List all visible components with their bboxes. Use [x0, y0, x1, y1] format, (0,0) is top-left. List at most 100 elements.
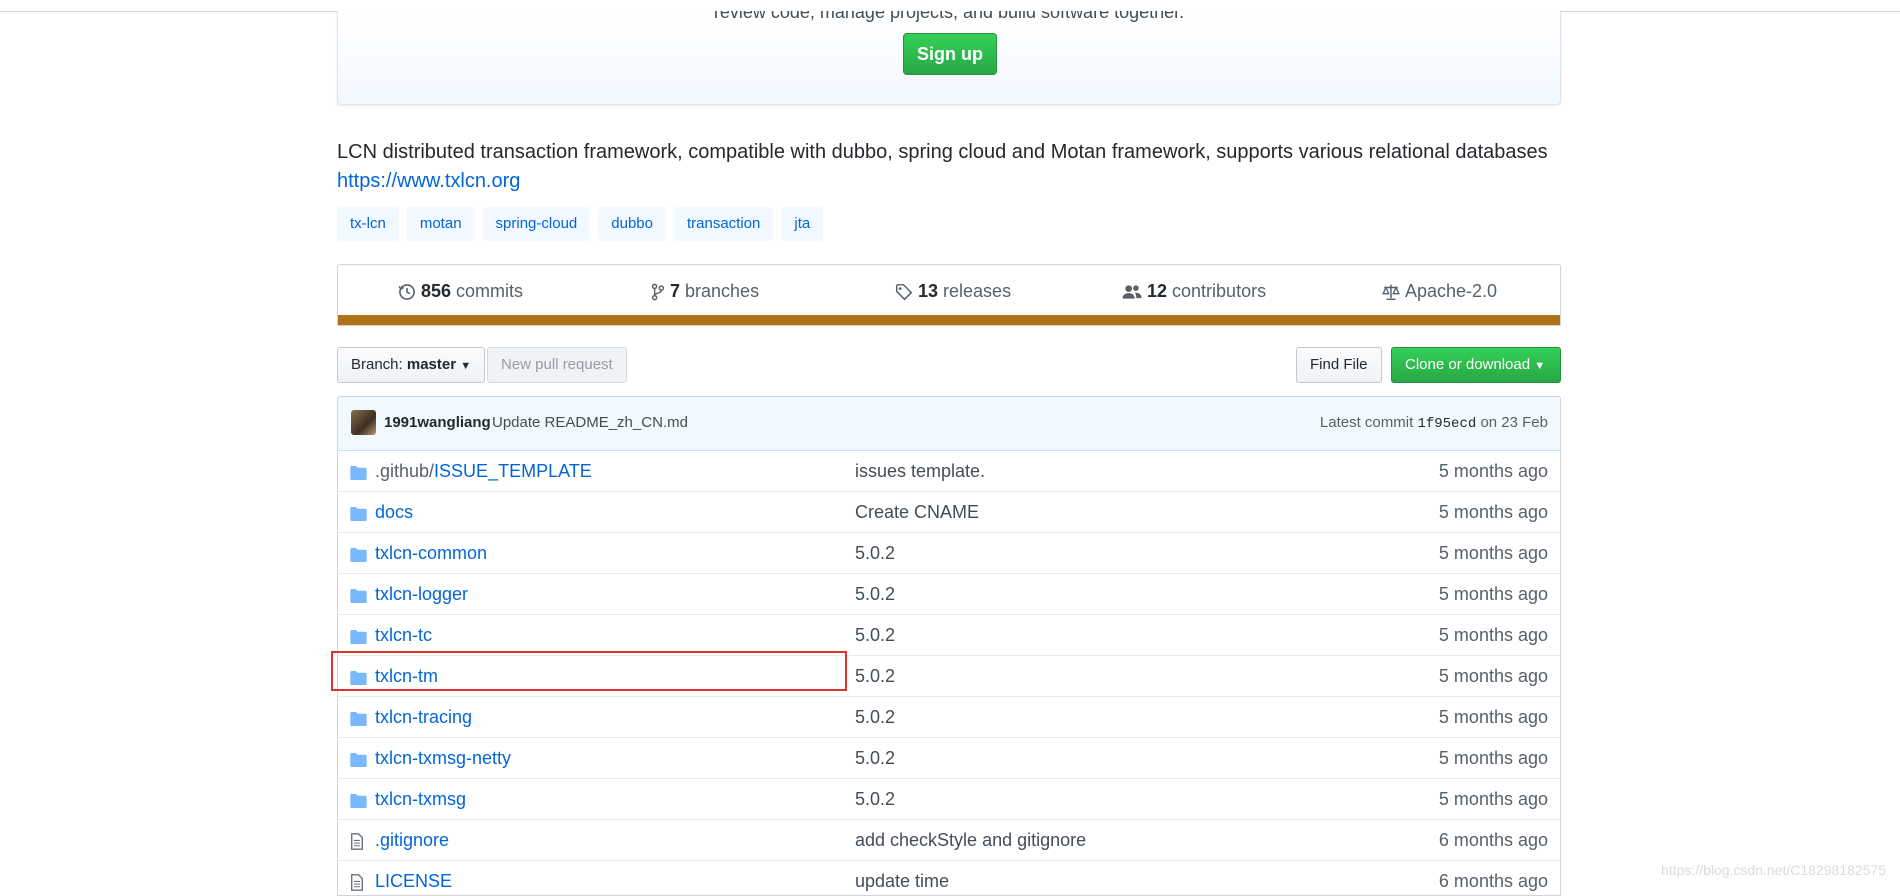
commit-sha[interactable]: 1f95ecd: [1417, 416, 1476, 432]
releases-label: releases: [943, 281, 1012, 301]
chevron-down-icon: ▼: [460, 360, 472, 372]
file-age: 5 months ago: [1438, 707, 1548, 727]
file-row[interactable]: txlcn-tc 5.0.2 5 months ago: [338, 614, 1560, 655]
file-age: 5 months ago: [1438, 502, 1548, 522]
file-age: 6 months ago: [1438, 830, 1548, 850]
file-name: LICENSE: [375, 871, 453, 891]
file-commit-message[interactable]: 5.0.2: [855, 543, 895, 564]
new-pull-request-button[interactable]: New pull request: [487, 347, 627, 383]
find-file-button[interactable]: Find File: [1296, 347, 1382, 383]
branches-count: 7: [670, 281, 681, 301]
file-name-link[interactable]: txlcn-tm: [375, 666, 438, 687]
tag-icon: [895, 283, 913, 300]
file-row[interactable]: txlcn-txmsg-netty 5.0.2 5 months ago: [338, 737, 1560, 778]
file-name: docs: [375, 502, 414, 522]
file-row[interactable]: .github/ISSUE_TEMPLATE issues template. 5 …: [338, 451, 1560, 491]
repo-summary: 856 commits 7 branches 13 releases 12 contri…: [337, 264, 1561, 326]
branches-link[interactable]: 7 branches: [651, 281, 759, 302]
branch-select-button[interactable]: Branch: master ▼: [337, 347, 486, 383]
commits-label: commits: [456, 281, 524, 301]
latest-commit-prefix: Latest commit: [1319, 414, 1414, 431]
folder-icon: [350, 505, 367, 526]
topic-tag[interactable]: motan: [406, 207, 475, 241]
topic-tag[interactable]: dubbo: [598, 207, 666, 241]
file-age: 5 months ago: [1438, 543, 1548, 563]
file-path-prefix: .github/: [375, 461, 435, 481]
file-name-link[interactable]: txlcn-common: [375, 543, 487, 564]
releases-count: 13: [918, 281, 939, 301]
commit-date: on 23 Feb: [1480, 414, 1548, 431]
contributors-link[interactable]: 12 contributors: [1122, 281, 1266, 302]
commit-author[interactable]: 1991wangliang: [384, 414, 491, 431]
file-row[interactable]: txlcn-tm 5.0.2 5 months ago: [338, 655, 1560, 696]
branches-label: branches: [685, 281, 760, 301]
branch-icon: [651, 283, 665, 300]
file-commit-message[interactable]: add checkStyle and gitignore: [855, 830, 1086, 851]
commits-count: 856: [421, 281, 452, 301]
file-commit-message[interactable]: 5.0.2: [855, 707, 895, 728]
folder-icon: [350, 587, 367, 608]
latest-commit-info: Latest commit 1f95ecd on 23 Feb: [1320, 414, 1548, 432]
file-icon: [350, 833, 364, 855]
file-row[interactable]: txlcn-txmsg 5.0.2 5 months ago: [338, 778, 1560, 819]
topic-tag[interactable]: spring-cloud: [482, 207, 591, 241]
file-name-link[interactable]: txlcn-txmsg-netty: [375, 748, 511, 769]
file-row[interactable]: LICENSE update time 6 months ago: [338, 860, 1560, 895]
file-name-link[interactable]: txlcn-tracing: [375, 707, 472, 728]
file-age: 5 months ago: [1438, 584, 1548, 604]
file-row[interactable]: txlcn-logger 5.0.2 5 months ago: [338, 573, 1560, 614]
repo-homepage-link[interactable]: https://www.txlcn.org: [337, 170, 520, 193]
file-name-link[interactable]: txlcn-logger: [375, 584, 468, 605]
file-name: txlcn-common: [375, 543, 488, 563]
folder-icon: [350, 546, 367, 567]
people-icon: [1122, 284, 1142, 299]
signup-button[interactable]: Sign up: [903, 33, 997, 75]
repo-description: LCN distributed transaction framework, c…: [337, 141, 1548, 163]
file-row[interactable]: .gitignore add checkStyle and gitignore 6 …: [338, 819, 1560, 860]
file-age: 5 months ago: [1438, 748, 1548, 768]
language-bar[interactable]: [338, 315, 1560, 325]
file-commit-message[interactable]: Create CNAME: [855, 502, 979, 523]
file-age: 5 months ago: [1438, 666, 1548, 686]
file-commit-message[interactable]: 5.0.2: [855, 789, 895, 810]
file-row[interactable]: txlcn-tracing 5.0.2 5 months ago: [338, 696, 1560, 737]
file-commit-message[interactable]: 5.0.2: [855, 666, 895, 687]
history-icon: [398, 283, 415, 300]
file-name: txlcn-tm: [375, 666, 438, 686]
folder-icon: [350, 751, 367, 772]
file-name: .gitignore: [375, 830, 450, 850]
file-commit-message[interactable]: 5.0.2: [855, 625, 895, 646]
folder-icon: [350, 792, 367, 813]
file-row[interactable]: txlcn-common 5.0.2 5 months ago: [338, 532, 1560, 573]
clone-download-button[interactable]: Clone or download ▼: [1391, 347, 1561, 383]
file-row[interactable]: docs Create CNAME 5 months ago: [338, 491, 1560, 532]
file-commit-message[interactable]: issues template.: [855, 461, 985, 482]
topic-tag[interactable]: tx-lcn: [337, 207, 399, 241]
clone-label: Clone or download: [1405, 356, 1531, 373]
file-age: 5 months ago: [1438, 789, 1548, 809]
banner-tagline: review code, manage projects, and build …: [713, 11, 1185, 22]
file-name: ISSUE_TEMPLATE: [434, 461, 592, 481]
file-name-link[interactable]: .github/ISSUE_TEMPLATE: [375, 461, 592, 482]
branch-name: master: [406, 356, 457, 373]
file-age: 5 months ago: [1438, 461, 1548, 481]
file-name-link[interactable]: txlcn-txmsg: [375, 789, 466, 810]
topic-tag[interactable]: jta: [781, 207, 824, 241]
law-icon: [1382, 284, 1400, 300]
file-name-link[interactable]: .gitignore: [375, 830, 449, 851]
file-name-link[interactable]: txlcn-tc: [375, 625, 432, 646]
releases-link[interactable]: 13 releases: [895, 281, 1011, 302]
license-link[interactable]: Apache-2.0: [1382, 281, 1497, 302]
file-commit-message[interactable]: 5.0.2: [855, 584, 895, 605]
file-name: txlcn-logger: [375, 584, 469, 604]
topic-tag[interactable]: transaction: [673, 207, 774, 241]
contributors-count: 12: [1147, 281, 1168, 301]
chevron-down-icon: ▼: [1534, 360, 1546, 372]
commits-link[interactable]: 856 commits: [398, 281, 523, 302]
avatar[interactable]: [351, 410, 376, 435]
file-commit-message[interactable]: 5.0.2: [855, 748, 895, 769]
folder-icon: [350, 710, 367, 731]
commit-message[interactable]: Update README_zh_CN.md: [492, 414, 688, 431]
file-name-link[interactable]: docs: [375, 502, 413, 523]
file-age: 5 months ago: [1438, 625, 1548, 645]
